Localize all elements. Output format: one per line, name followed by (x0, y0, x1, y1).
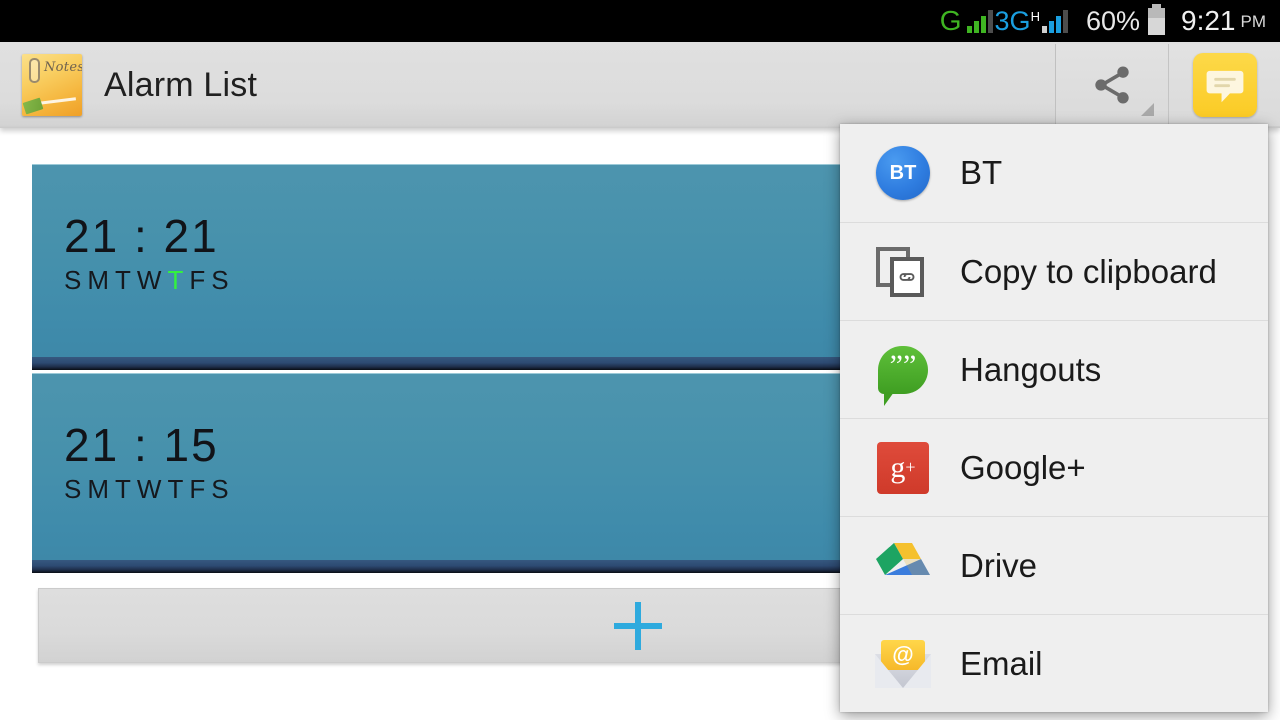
envelope-left-fold (875, 653, 903, 688)
clipboard-icon (874, 243, 932, 301)
drive-icon-shape (875, 541, 931, 591)
hspa-superscript: H (1030, 8, 1040, 24)
day-letter: W (136, 474, 168, 504)
share-menu-item-email[interactable]: @ Email (840, 614, 1268, 712)
alarm-days-row: SMTWTFS (64, 265, 235, 296)
threeg-signal-bars-icon (1041, 9, 1068, 33)
google-plus-plus-glyph: + (905, 457, 916, 477)
day-letter: M (87, 474, 116, 504)
network-indicators: G 3GH (940, 7, 1070, 35)
share-menu-label: BT (960, 154, 1003, 191)
share-menu-label: Copy to clipboard (960, 252, 1217, 290)
day-letter: S (64, 265, 88, 295)
share-menu-label: Drive (960, 546, 1038, 584)
battery-percent-label: 60% (1085, 5, 1140, 36)
message-button[interactable] (1168, 44, 1280, 126)
clipboard-icon-shape (876, 245, 930, 299)
hangouts-icon: ”” (874, 341, 932, 406)
edge-network-label: G (939, 5, 962, 36)
share-menu-label: Hangouts (960, 350, 1102, 388)
threeg-network-label: 3GH (994, 5, 1040, 36)
status-bar: G 3GH 60% 9:21 PM (0, 0, 1280, 42)
bt-icon-badge: BT (876, 146, 930, 200)
day-letter-active: T (167, 265, 190, 295)
clock-time-label: 9:21 (1181, 5, 1236, 36)
clock-ampm-label: PM (1240, 11, 1267, 31)
share-icon (1056, 44, 1168, 126)
drive-icon (874, 537, 932, 595)
share-menu-label: Email (960, 644, 1043, 682)
notes-app-icon[interactable]: Notes (22, 54, 82, 116)
email-icon: @ (874, 635, 932, 693)
action-bar: Notes Alarm List (0, 42, 1280, 128)
share-menu-item-drive[interactable]: Drive (840, 516, 1268, 614)
share-menu-label: Google+ (960, 448, 1086, 486)
notes-clip-shape (29, 58, 40, 83)
phone-screen: G 3GH 60% 9:21 PM Notes Alarm List 21: … (0, 0, 1280, 720)
clipboard-front-sheet (890, 256, 924, 297)
google-plus-icon: g + (874, 439, 932, 497)
hangouts-icon-shape: ”” (878, 345, 928, 406)
day-letter: T (115, 265, 137, 295)
google-plus-icon-shape: g + (877, 441, 929, 494)
envelope-right-fold (903, 653, 931, 688)
share-menu-item-copy-to-clipboard[interactable]: Copy to clipboard (840, 222, 1268, 320)
day-letter: S (64, 474, 88, 504)
hangouts-quote-glyph: ”” (889, 348, 917, 382)
share-menu-popup: BT BT Copy to clipboard ”” Hangouts g + … (840, 124, 1268, 712)
message-bubble-icon (1192, 53, 1257, 117)
google-plus-g-glyph: g (890, 450, 906, 484)
day-letter: S (211, 265, 235, 295)
alarm-time-label: 21 : 21 (64, 210, 219, 262)
share-menu-item-google-plus[interactable]: g + Google+ (840, 418, 1268, 516)
dropdown-caret-icon (1141, 103, 1154, 116)
day-letter: T (115, 474, 137, 504)
plus-icon (614, 601, 662, 650)
notes-pencil-shape (22, 97, 44, 115)
bt-icon: BT (874, 144, 932, 202)
day-letter: M (87, 265, 116, 295)
day-letter: W (136, 265, 168, 295)
day-letter: F (189, 265, 212, 295)
alarm-time-label: 21 : 15 (64, 419, 219, 471)
alarm-days-row: SMTWTFS (64, 474, 235, 505)
day-letter: S (211, 474, 235, 504)
email-icon-shape: @ (875, 639, 931, 688)
day-letter: T (167, 474, 190, 504)
share-menu-item-bt[interactable]: BT BT (840, 124, 1268, 222)
notes-icon-label: Notes (44, 60, 82, 75)
share-menu-item-hangouts[interactable]: ”” Hangouts (840, 320, 1268, 418)
edge-signal-bars-icon (966, 9, 993, 33)
day-letter: F (189, 474, 212, 504)
threeg-text: 3G (994, 5, 1031, 36)
battery-icon (1148, 3, 1165, 35)
action-bar-buttons (1055, 44, 1280, 126)
page-title: Alarm List (104, 65, 258, 104)
share-button[interactable] (1056, 44, 1168, 126)
